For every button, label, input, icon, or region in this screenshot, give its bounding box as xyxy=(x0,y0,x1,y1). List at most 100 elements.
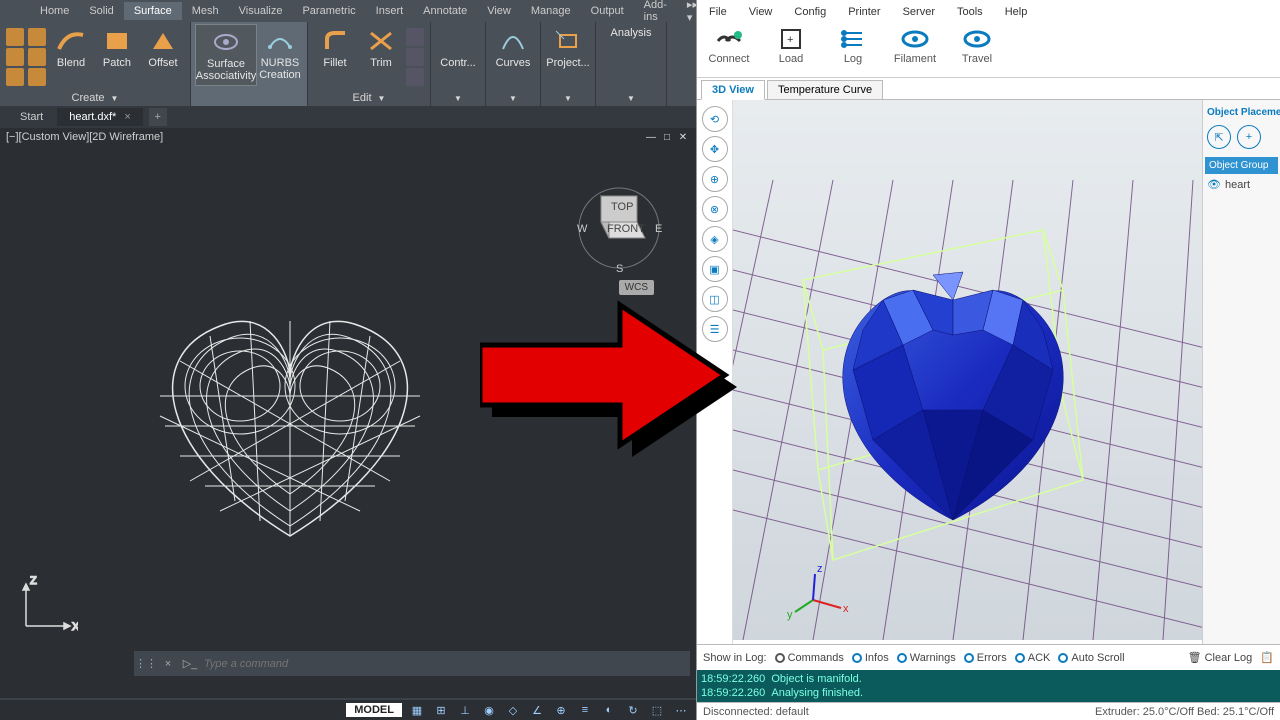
clear-log-button[interactable]: 🗑 Clear Log xyxy=(1188,651,1253,664)
dropdown-icon[interactable]: ▼ xyxy=(627,94,635,103)
offset-button[interactable]: Offset xyxy=(140,24,186,72)
curves-button[interactable]: Curves xyxy=(490,24,536,72)
blend-button[interactable]: Blend xyxy=(48,24,94,72)
parallel-icon[interactable]: ☰ xyxy=(702,316,728,342)
log-button[interactable]: Log xyxy=(829,26,877,65)
dyn-icon[interactable]: ⊕ xyxy=(552,702,570,718)
polar-icon[interactable]: ◉ xyxy=(480,702,498,718)
tab-view[interactable]: View xyxy=(477,2,521,20)
tab-mesh[interactable]: Mesh xyxy=(182,2,229,20)
tab-home[interactable]: Home xyxy=(30,2,79,20)
load-button[interactable]: +Load xyxy=(767,26,815,65)
grid-icon[interactable]: ▦ xyxy=(408,702,426,718)
fillet-button[interactable]: Fillet xyxy=(312,24,358,72)
handle-icon[interactable]: ⋮⋮ xyxy=(138,656,154,672)
travel-button[interactable]: Travel xyxy=(953,26,1001,65)
minimize-icon[interactable]: — xyxy=(644,130,658,144)
tab-parametric[interactable]: Parametric xyxy=(292,2,365,20)
3d-icon[interactable]: ⬚ xyxy=(648,702,666,718)
front-icon[interactable]: ◫ xyxy=(702,286,728,312)
viewcube[interactable]: W E S TOP FRONT xyxy=(574,186,664,276)
status-model[interactable]: MODEL xyxy=(346,703,402,717)
dropdown-icon[interactable]: ▼ xyxy=(509,94,517,103)
tool-icon[interactable] xyxy=(6,28,24,46)
export-icon[interactable]: ⇱ xyxy=(1207,125,1231,149)
add-tab-button[interactable]: + xyxy=(149,108,167,126)
tab-annotate[interactable]: Annotate xyxy=(413,2,477,20)
more-icon[interactable]: ⋯ xyxy=(672,702,690,718)
trim-button[interactable]: Trim xyxy=(358,24,404,72)
filament-button[interactable]: Filament xyxy=(891,26,939,65)
tool-icon[interactable] xyxy=(28,28,46,46)
connect-button[interactable]: Connect xyxy=(705,26,753,65)
filter-errors[interactable]: Errors xyxy=(964,652,1007,664)
tab-manage[interactable]: Manage xyxy=(521,2,581,20)
menu-help[interactable]: Help xyxy=(1001,4,1032,20)
view-label[interactable]: [−][Custom View][2D Wireframe] xyxy=(6,131,163,143)
dropdown-icon[interactable]: ▼ xyxy=(564,94,572,103)
tool-icon[interactable] xyxy=(28,48,46,66)
cad-viewport[interactable]: W E S TOP FRONT WCS XZ ⋮⋮ × xyxy=(0,146,696,698)
close-icon[interactable]: × xyxy=(124,111,130,123)
filter-commands[interactable]: Commands xyxy=(775,652,844,664)
osnap-icon[interactable]: ◇ xyxy=(504,702,522,718)
menu-tools[interactable]: Tools xyxy=(953,4,987,20)
copy-log-button[interactable]: 📋 xyxy=(1260,651,1274,664)
surface-assoc-button[interactable]: Surface Associativity xyxy=(195,24,257,86)
menu-server[interactable]: Server xyxy=(899,4,939,20)
tab-3dview[interactable]: 3D View xyxy=(701,80,765,100)
dropdown-icon[interactable]: ▼ xyxy=(378,94,386,103)
close-icon[interactable]: ✕ xyxy=(676,130,690,144)
iso-icon[interactable]: ◈ xyxy=(702,226,728,252)
filter-infos[interactable]: Infos xyxy=(852,652,889,664)
project-button[interactable]: Project... xyxy=(545,24,591,72)
tool-icon[interactable] xyxy=(406,28,424,46)
tool-icon[interactable] xyxy=(406,48,424,66)
ctrl-button[interactable]: Contr... xyxy=(435,24,481,72)
dropdown-icon[interactable]: ▼ xyxy=(454,94,462,103)
tab-surface[interactable]: Surface xyxy=(124,2,182,20)
tool-icon[interactable] xyxy=(406,68,424,86)
move-icon[interactable]: ✥ xyxy=(702,136,728,162)
tool-icon[interactable] xyxy=(6,48,24,66)
doc-tab-start[interactable]: Start xyxy=(8,108,55,126)
object-item-heart[interactable]: 👁 heart xyxy=(1205,174,1278,195)
rotate-icon[interactable]: ⟲ xyxy=(702,106,728,132)
maximize-icon[interactable]: □ xyxy=(660,130,674,144)
menu-config[interactable]: Config xyxy=(790,4,830,20)
command-input[interactable] xyxy=(204,658,686,670)
transp-icon[interactable]: ◐ xyxy=(600,702,618,718)
menu-printer[interactable]: Printer xyxy=(844,4,884,20)
tab-visualize[interactable]: Visualize xyxy=(229,2,293,20)
tab-insert[interactable]: Insert xyxy=(366,2,414,20)
tab-solid[interactable]: Solid xyxy=(79,2,123,20)
object-group-header[interactable]: Object Group xyxy=(1205,157,1278,174)
tool-icon[interactable] xyxy=(6,68,24,86)
filter-warnings[interactable]: Warnings xyxy=(897,652,956,664)
ortho-icon[interactable]: ⊥ xyxy=(456,702,474,718)
doc-tab-heart[interactable]: heart.dxf*× xyxy=(57,108,143,126)
track-icon[interactable]: ∠ xyxy=(528,702,546,718)
snap-icon[interactable]: ⊞ xyxy=(432,702,450,718)
add-icon[interactable]: + xyxy=(1237,125,1261,149)
slicer-3d-viewport[interactable]: x y z xyxy=(733,100,1202,644)
wcs-badge[interactable]: WCS xyxy=(619,280,654,295)
patch-button[interactable]: Patch xyxy=(94,24,140,72)
cycle-icon[interactable]: ↻ xyxy=(624,702,642,718)
zoom-icon[interactable]: ⊕ xyxy=(702,166,728,192)
analysis-button[interactable]: Analysis xyxy=(600,24,662,42)
eye-icon[interactable]: 👁 xyxy=(1207,178,1221,191)
nurbs-button[interactable]: NURBS Creation xyxy=(257,24,303,84)
filter-ack[interactable]: ACK xyxy=(1015,652,1051,664)
menu-view[interactable]: View xyxy=(745,4,777,20)
tool-icon[interactable] xyxy=(28,68,46,86)
fit-icon[interactable]: ⊗ xyxy=(702,196,728,222)
close-icon[interactable]: × xyxy=(160,656,176,672)
dropdown-icon[interactable]: ▼ xyxy=(111,94,119,103)
tab-output[interactable]: Output xyxy=(581,2,634,20)
filter-autoscroll[interactable]: Auto Scroll xyxy=(1058,652,1124,664)
top-icon[interactable]: ▣ xyxy=(702,256,728,282)
menu-file[interactable]: File xyxy=(705,4,731,20)
lwt-icon[interactable]: ≡ xyxy=(576,702,594,718)
tab-tempcurve[interactable]: Temperature Curve xyxy=(767,80,883,99)
